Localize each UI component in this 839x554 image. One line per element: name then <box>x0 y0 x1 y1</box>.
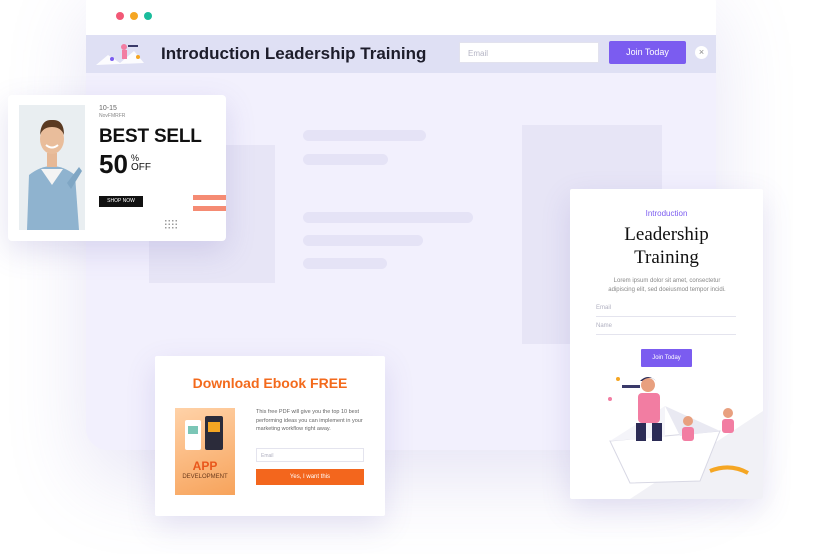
decorative-dots <box>164 219 178 229</box>
cover-app-label: APP <box>192 459 218 473</box>
ebook-title: Download Ebook FREE <box>192 375 348 391</box>
ebook-submit-button[interactable]: Yes, I want this <box>256 469 364 485</box>
placeholder-line <box>303 130 426 141</box>
lead-title: Leadership Training <box>624 224 709 268</box>
decorative-stripes <box>193 195 226 213</box>
stage: Introduction Leadership Training Email J… <box>0 0 839 554</box>
cover-dev-label: DEVELOPMENT <box>182 474 228 480</box>
top-banner: Introduction Leadership Training Email J… <box>86 35 716 73</box>
boat-illustration <box>608 377 763 499</box>
model-photo <box>19 105 85 230</box>
banner-close-icon[interactable]: × <box>695 46 708 59</box>
ebook-description: This free PDF will give you the top 10 b… <box>256 409 363 432</box>
best-sell-popup: 10-15 NovFMRFR BEST SELL 50 % OFF SHOP N… <box>8 95 226 241</box>
placeholder-line <box>303 235 423 246</box>
off-label: OFF <box>131 162 151 173</box>
lead-description: Lorem ipsum dolor sit amet, consectetur … <box>608 278 726 293</box>
banner-illustration <box>96 44 144 65</box>
shop-now-button[interactable]: SHOP NOW <box>99 196 143 207</box>
banner-title: Introduction Leadership Training <box>161 44 427 63</box>
minimize-window-dot[interactable] <box>130 12 138 20</box>
ebook-cover: APP DEVELOPMENT <box>175 408 235 495</box>
close-window-dot[interactable] <box>116 12 124 20</box>
ebook-email-input[interactable]: Email <box>256 448 364 462</box>
lead-join-button[interactable]: Join Today <box>641 349 692 367</box>
banner-email-input[interactable]: Email <box>459 42 599 63</box>
banner-join-button[interactable]: Join Today <box>609 41 686 64</box>
lead-name-field[interactable]: Name <box>596 323 736 335</box>
placeholder-line <box>303 258 387 269</box>
discount-number: 50 <box>99 149 128 179</box>
placeholder-line <box>303 212 473 223</box>
leadership-signup-popup: Introduction Leadership Training Lorem i… <box>570 189 763 499</box>
sale-title: BEST SELL <box>99 126 202 147</box>
browser-titlebar <box>86 0 716 35</box>
ebook-download-popup: Download Ebook FREE APP DEVELOPMENT This… <box>155 356 385 516</box>
lead-eyebrow: Introduction <box>645 209 688 218</box>
placeholder-line <box>303 154 388 165</box>
lead-email-field[interactable]: Email <box>596 305 736 317</box>
sale-subtitle: NovFMRFR <box>99 113 126 119</box>
phone-mockup-icon <box>185 416 223 450</box>
sale-date: 10-15 <box>99 105 117 112</box>
maximize-window-dot[interactable] <box>144 12 152 20</box>
